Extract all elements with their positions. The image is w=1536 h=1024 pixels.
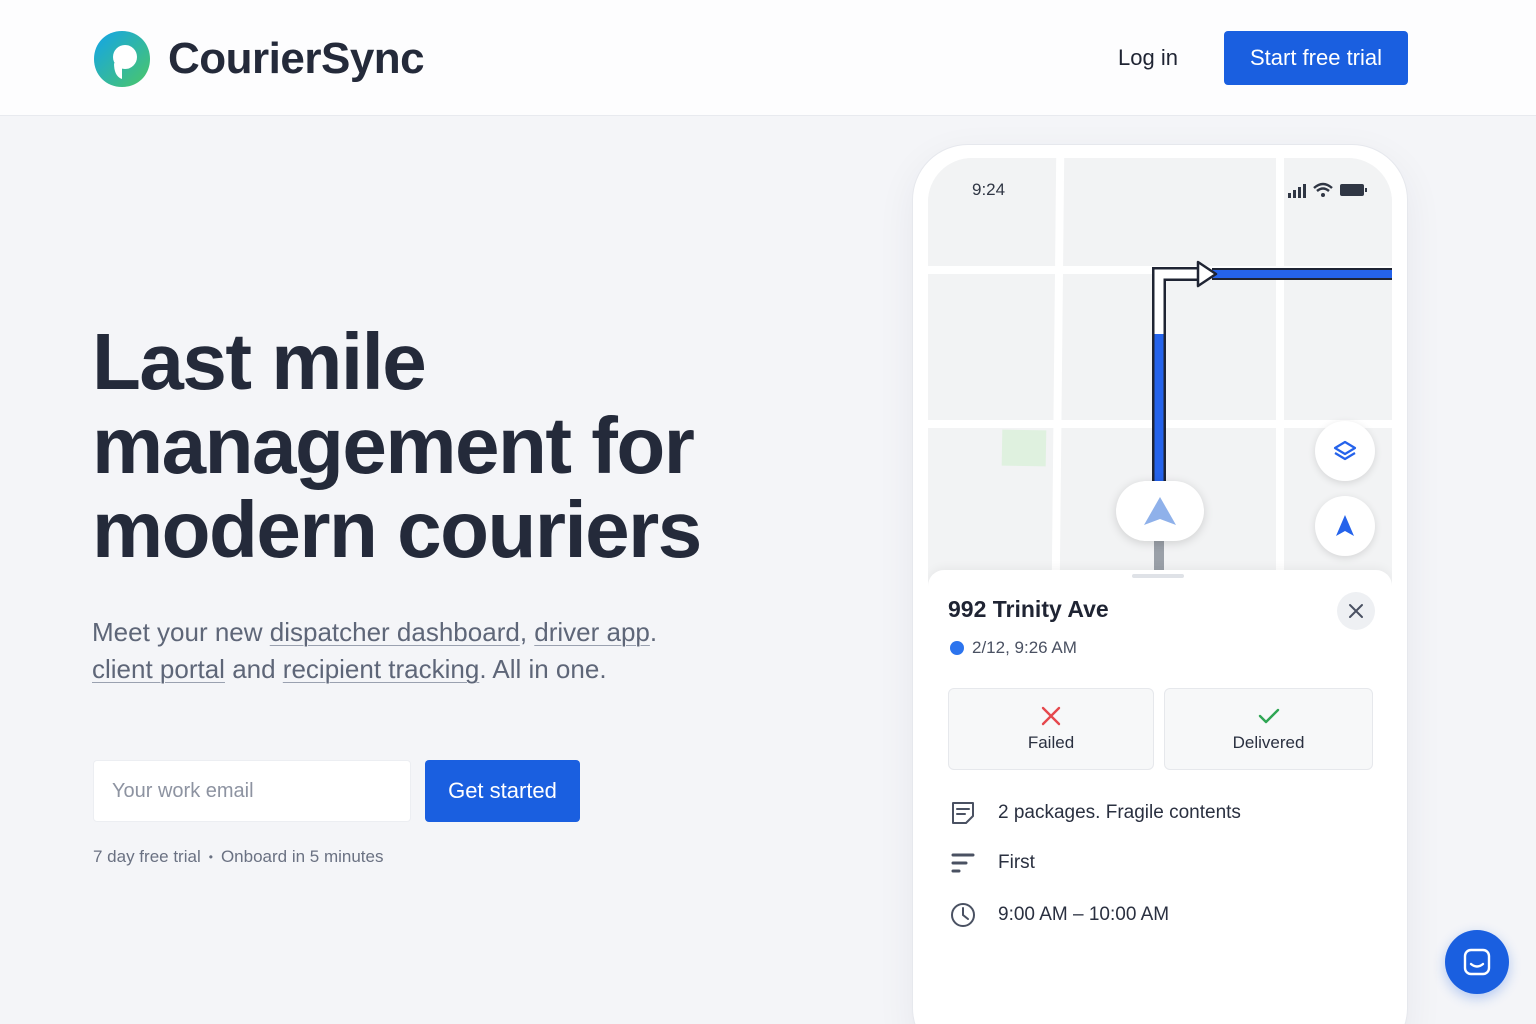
status-time: 9:24 [972, 180, 1006, 199]
site-header: CourierSync Log in Start free trial [0, 0, 1536, 116]
delivered-label: Delivered [1232, 733, 1305, 752]
start-free-trial-button[interactable]: Start free trial [1224, 31, 1408, 85]
sheet-drag-handle[interactable] [1132, 574, 1184, 578]
layers-button[interactable] [1315, 421, 1375, 481]
stop-address: 992 Trinity Ave [948, 596, 1109, 622]
battery-icon [1340, 184, 1367, 196]
mark-failed-button[interactable]: Failed [948, 688, 1154, 770]
checkmark-icon [1258, 708, 1279, 724]
couriersync-logo-icon [94, 31, 150, 87]
x-mark-icon [1041, 706, 1061, 726]
headline-line-2: management for [92, 401, 695, 490]
dispatcher-dashboard-link[interactable]: dispatcher dashboard [270, 617, 520, 647]
recipient-tracking-link[interactable]: recipient tracking [283, 654, 480, 684]
stop-datetime-text: 2/12, 9:26 AM [972, 638, 1077, 657]
chat-icon [1463, 948, 1491, 976]
priority-row: First [948, 848, 1035, 878]
time-window: 9:00 AM – 10:00 AM [998, 904, 1170, 925]
status-icons [1288, 182, 1367, 198]
time-window-row: 9:00 AM – 10:00 AM [948, 900, 1169, 930]
phone-screen: 9:24 992 Trinity Ave 2/12, 9:26 AM Faile… [928, 158, 1392, 1024]
signal-icon [1288, 184, 1306, 198]
close-icon [1349, 604, 1363, 618]
mark-delivered-button[interactable]: Delivered [1164, 688, 1373, 770]
sub-text-1: Meet your new [92, 617, 270, 647]
stop-details-sheet: 992 Trinity Ave 2/12, 9:26 AM Failed Del… [928, 570, 1392, 1024]
brand-logo[interactable]: CourierSync [92, 29, 425, 89]
sub-text-3: . [649, 617, 658, 647]
free-trial-note: 7 day free trial [93, 847, 201, 866]
navigation-arrow-icon [1144, 497, 1176, 525]
chat-widget-button[interactable] [1445, 930, 1509, 994]
navigation-arrow-icon [1336, 515, 1354, 536]
get-started-button[interactable]: Get started [425, 760, 580, 822]
layers-icon [1333, 440, 1357, 461]
clock-icon [948, 900, 978, 930]
onboard-note: Onboard in 5 minutes [220, 847, 384, 866]
work-email-input[interactable] [93, 760, 411, 822]
hero-headline: Last mile management for modern couriers [92, 320, 812, 572]
priority-lines-icon [948, 848, 978, 878]
recenter-button[interactable] [1315, 496, 1375, 556]
note-icon [948, 798, 978, 828]
brand-name: CourierSync [168, 34, 425, 83]
login-link[interactable]: Log in [1110, 42, 1186, 74]
priority-value: First [998, 852, 1035, 873]
close-sheet-button[interactable] [1337, 592, 1375, 630]
separator-dot: • [208, 850, 213, 864]
sub-text-4: and [224, 654, 283, 684]
headline-line-3: modern couriers [92, 485, 702, 574]
failed-label: Failed [1027, 733, 1075, 752]
client-portal-link[interactable]: client portal [92, 654, 225, 684]
stop-datetime: 2/12, 9:26 AM [950, 638, 1077, 658]
headline-line-1: Last mile [92, 317, 427, 406]
hero-subheading: Meet your new dispatcher dashboard, driv… [92, 614, 752, 688]
driver-app-link[interactable]: driver app [534, 617, 650, 647]
sub-text-2: , [519, 617, 535, 647]
sub-text-5: . All in one. [479, 654, 607, 684]
package-notes-row: 2 packages. Fragile contents [948, 798, 1241, 828]
driver-location-marker [1116, 481, 1204, 541]
wifi-icon [1313, 182, 1333, 197]
status-dot [950, 641, 964, 655]
trial-details: 7 day free trial • Onboard in 5 minutes [93, 847, 383, 867]
package-notes: 2 packages. Fragile contents [998, 802, 1241, 823]
